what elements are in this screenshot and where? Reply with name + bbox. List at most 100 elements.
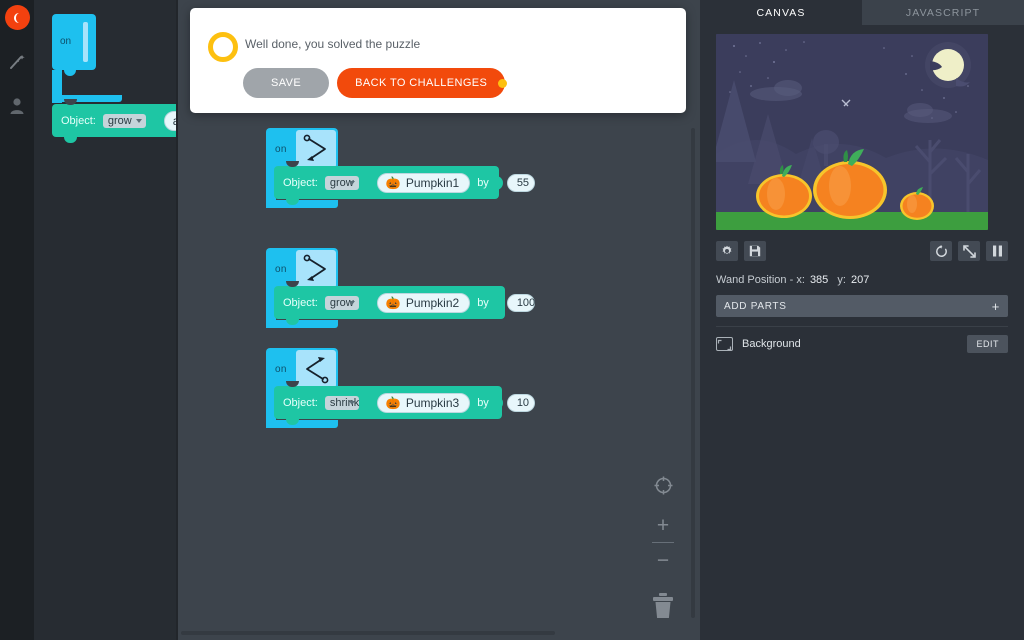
script-2-target-label: Pumpkin2 <box>406 296 459 310</box>
script-2-action-block[interactable]: Object: grow 🎃 Pumpkin2 by 100 <box>274 286 505 319</box>
palette-on-block[interactable]: on <box>52 14 96 70</box>
palette-action-prefix: Object: <box>61 115 96 127</box>
palette-action-dropdown-value: grow <box>108 115 132 127</box>
restart-button[interactable] <box>930 241 952 261</box>
script-3-target[interactable]: 🎃 Pumpkin3 <box>377 393 470 413</box>
script-1-prefix: Object: <box>283 177 318 189</box>
swipe-right-icon <box>296 130 336 168</box>
script-1-on-label: on <box>275 144 287 155</box>
palette-on-block-foot <box>52 95 122 102</box>
tab-canvas[interactable]: CANVAS <box>700 0 862 25</box>
script-1-target[interactable]: 🎃 Pumpkin1 <box>377 173 470 193</box>
chevron-down-icon <box>349 401 355 405</box>
palette-on-block-bar <box>83 22 88 62</box>
script-1-target-label: Pumpkin1 <box>406 176 459 190</box>
script-3-value[interactable]: 10 <box>507 394 535 412</box>
script-2-action-dropdown[interactable]: grow <box>325 296 359 310</box>
add-parts-button[interactable]: ADD PARTS + <box>716 295 1008 317</box>
swipe-right-icon <box>296 250 336 288</box>
script-2-suffix: by <box>477 297 489 309</box>
chevron-down-icon <box>349 181 355 185</box>
script-1-value-plug <box>496 176 503 190</box>
script-2-on-foot <box>266 320 338 328</box>
fullscreen-button[interactable] <box>958 241 980 261</box>
palette-on-block-notch <box>64 70 76 76</box>
script-1-value[interactable]: 55 <box>507 174 535 192</box>
script-3-plug <box>366 396 373 410</box>
wand-x-label: x: <box>796 274 805 286</box>
script-2-on-block[interactable]: on <box>266 248 338 290</box>
script-1-action-block[interactable]: Object: grow 🎃 Pumpkin1 by 55 <box>274 166 499 199</box>
palette-action-target-label: all <box>173 114 176 128</box>
script-1-action-dropdown[interactable]: grow <box>325 176 359 190</box>
part-name-label: Background <box>742 338 801 350</box>
add-parts-label: ADD PARTS <box>724 301 787 312</box>
center-view-button[interactable] <box>649 471 677 499</box>
script-3-action-block[interactable]: Object: shrink 🎃 Pumpkin3 by 10 <box>274 386 502 419</box>
palette-action-block[interactable]: Object: grow all by <box>52 104 176 137</box>
script-1-suffix: by <box>477 177 489 189</box>
tab-javascript[interactable]: JAVASCRIPT <box>862 0 1024 25</box>
pumpkin-icon: 🎃 <box>386 177 401 189</box>
palette-on-block-head: on <box>52 14 96 70</box>
script-3-action-dropdown[interactable]: shrink <box>325 396 359 410</box>
wand-y-label: y: <box>837 274 846 286</box>
script-3-on-head: on <box>266 348 338 390</box>
edit-background-button[interactable]: EDIT <box>967 335 1008 353</box>
script-2-value-plug <box>496 296 503 310</box>
part-row-background[interactable]: Background EDIT <box>716 326 1008 356</box>
script-3-prefix: Object: <box>283 397 318 409</box>
pause-button[interactable] <box>986 241 1008 261</box>
save-canvas-button[interactable] <box>744 241 766 261</box>
script-1-plug <box>366 176 373 190</box>
success-dialog: Well done, you solved the puzzle SAVE BA… <box>190 8 686 113</box>
chevron-down-icon <box>349 301 355 305</box>
plus-icon: + <box>657 515 669 536</box>
script-2-plug <box>366 296 373 310</box>
swipe-left-icon <box>296 350 336 388</box>
success-ring-icon <box>208 32 238 62</box>
script-2-on-head: on <box>266 248 338 290</box>
back-to-challenges-button[interactable]: BACK TO CHALLENGES <box>337 68 505 98</box>
wand-icon[interactable] <box>5 50 29 74</box>
moon-logo-icon[interactable] <box>5 5 30 30</box>
settings-button[interactable] <box>716 241 738 261</box>
block-palette-panel[interactable]: on Object: grow all by <box>34 0 176 640</box>
zoom-out-button[interactable]: − <box>649 546 677 574</box>
script-3-on-label: on <box>275 364 287 375</box>
palette-action-target[interactable]: all <box>164 111 176 131</box>
pumpkin-icon: 🎃 <box>386 297 401 309</box>
tool-divider <box>652 542 674 543</box>
zoom-in-button[interactable]: + <box>649 511 677 539</box>
script-2-target[interactable]: 🎃 Pumpkin2 <box>377 293 470 313</box>
script-3-suffix: by <box>477 397 489 409</box>
script-3-on-block[interactable]: on <box>266 348 338 390</box>
palette-action-dropdown[interactable]: grow <box>103 114 146 128</box>
canvas-stage[interactable] <box>716 34 988 230</box>
script-2-prefix: Object: <box>283 297 318 309</box>
save-button[interactable]: SAVE <box>243 68 329 98</box>
panel-tabs: CANVAS JAVASCRIPT <box>700 0 1024 25</box>
script-1-on-head: on <box>266 128 338 170</box>
palette-socket-plug <box>153 114 160 128</box>
script-1-on-foot <box>266 200 338 208</box>
wand-y-value: 207 <box>851 274 869 286</box>
wand-position: Wand Position - x: 385 y: 207 <box>716 274 1008 286</box>
success-message: Well done, you solved the puzzle <box>245 37 420 51</box>
script-1-on-block[interactable]: on <box>266 128 338 170</box>
chevron-down-icon <box>136 119 142 123</box>
script-3-target-label: Pumpkin3 <box>406 396 459 410</box>
left-icon-rail <box>0 0 34 640</box>
delete-button[interactable] <box>647 590 679 622</box>
palette-on-block-label: on <box>60 36 71 47</box>
workspace-vertical-scrollbar[interactable] <box>691 128 695 618</box>
script-3-on-foot <box>266 420 338 428</box>
canvas-wrapper <box>716 34 1008 230</box>
script-2-value[interactable]: 100 <box>507 294 535 312</box>
workspace-horizontal-scrollbar[interactable] <box>181 631 555 635</box>
right-panel: CANVAS JAVASCRIPT <box>700 0 1024 640</box>
app-root: on Object: grow all by on <box>0 0 1024 640</box>
pumpkin-icon: 🎃 <box>386 397 401 409</box>
user-icon[interactable] <box>5 94 29 118</box>
plus-icon: + <box>992 299 1000 314</box>
